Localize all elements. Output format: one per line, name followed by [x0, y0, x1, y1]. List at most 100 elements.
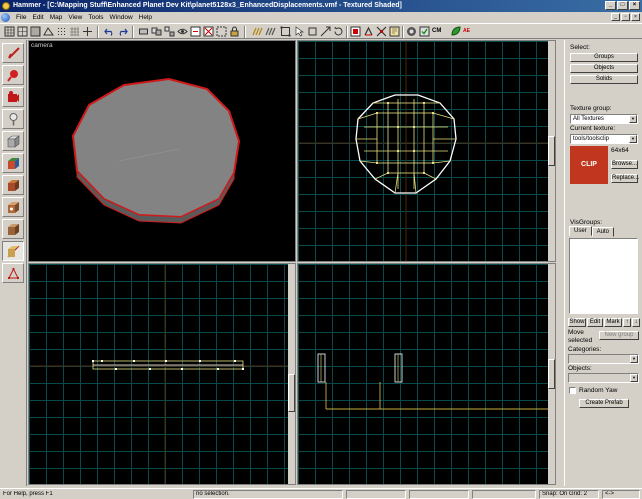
hide-icon[interactable] [177, 26, 188, 37]
toolbar-separator [132, 26, 134, 38]
categories-select[interactable]: ▼ [568, 354, 639, 364]
menu-map[interactable]: Map [47, 12, 66, 23]
scale-icon[interactable] [320, 26, 331, 37]
close-button[interactable]: × [629, 1, 640, 10]
objects-select[interactable]: ▼ [568, 373, 639, 383]
random-yaw-checkbox[interactable] [569, 387, 576, 394]
snap-grid-icon[interactable] [265, 26, 276, 37]
mdi-restore-button[interactable]: ▫ [621, 13, 630, 21]
current-texture-select[interactable]: tools/toolsclip ▼ [570, 134, 638, 144]
check-problems-icon[interactable] [419, 26, 430, 37]
current-texture-label: Current texture: [570, 125, 616, 132]
side-2d-viewport[interactable] [297, 263, 556, 485]
front-viewport-scrollbar[interactable] [288, 264, 295, 484]
edit-button[interactable]: Edit [587, 318, 603, 327]
show-button[interactable]: Show [568, 318, 586, 327]
show-icon[interactable] [190, 26, 201, 37]
camera-viewport[interactable]: camera [28, 40, 296, 262]
compile-icon[interactable] [350, 26, 361, 37]
menu-help[interactable]: Help [136, 12, 155, 23]
document-icon[interactable] [1, 13, 10, 22]
menu-window[interactable]: Window [107, 12, 136, 23]
clipping-tool-button[interactable] [2, 241, 24, 261]
tab-user[interactable]: User [569, 226, 592, 236]
leaf-icon[interactable] [450, 26, 461, 37]
side-viewport-scrollbar[interactable] [548, 264, 555, 484]
grid-smaller-icon[interactable] [17, 26, 28, 37]
grid-larger-icon[interactable] [30, 26, 41, 37]
grid-dots-icon[interactable] [56, 26, 67, 37]
texture-application-button[interactable] [2, 153, 24, 173]
move-down-button[interactable]: ↓ [632, 318, 640, 327]
maximize-button[interactable]: □ [617, 1, 628, 10]
menu-file[interactable]: File [13, 12, 29, 23]
vertex-tool-button[interactable] [2, 263, 24, 283]
box-select-icon[interactable] [307, 26, 318, 37]
top-viewport-scrollbar[interactable] [548, 41, 555, 261]
crosshair-icon[interactable] [82, 26, 93, 37]
selection-tool-button[interactable] [2, 43, 24, 63]
select-objects-button[interactable]: Objects [570, 64, 638, 73]
decal-tool-button[interactable] [2, 197, 24, 217]
tools-palette [0, 40, 27, 486]
top-viewport-scroll-thumb[interactable] [548, 136, 555, 166]
texture-lock-icon[interactable] [229, 26, 240, 37]
entity-tool-icon [9, 113, 18, 126]
grid-3d-icon[interactable] [43, 26, 54, 37]
rotate-icon[interactable] [333, 26, 344, 37]
replace-button[interactable]: Replace... [611, 174, 639, 183]
menu-view[interactable]: View [65, 12, 85, 23]
mdi-close-button[interactable]: × [631, 13, 640, 21]
flip-icon[interactable] [363, 26, 374, 37]
transform-icon[interactable] [376, 26, 387, 37]
tab-auto[interactable]: Auto [591, 227, 615, 237]
front-viewport-scroll-thumb[interactable] [288, 374, 295, 412]
magnify-tool-button[interactable] [2, 65, 24, 85]
bounding-box-icon[interactable] [280, 26, 291, 37]
carve-icon[interactable] [138, 26, 149, 37]
select-solids-button[interactable]: Solids [570, 75, 638, 84]
chevron-down-icon[interactable]: ▼ [630, 374, 638, 382]
redo-icon[interactable] [117, 26, 128, 37]
cubemap-button[interactable]: CM [432, 26, 446, 37]
move-up-button[interactable]: ↑ [623, 318, 631, 327]
menu-edit[interactable]: Edit [29, 12, 46, 23]
snap-icon[interactable] [252, 26, 263, 37]
chevron-down-icon[interactable]: ▼ [629, 135, 637, 143]
texture-group-select[interactable]: All Textures ▼ [570, 114, 638, 124]
visgroups-list[interactable] [569, 238, 638, 314]
grid-fine-icon[interactable] [69, 26, 80, 37]
visgroups-label: VisGroups: [570, 219, 603, 226]
hide-selected-icon[interactable] [203, 26, 214, 37]
hammer-app-icon [2, 2, 10, 10]
ungroup-icon[interactable] [164, 26, 175, 37]
group-icon[interactable] [151, 26, 162, 37]
mdi-minimize-button[interactable]: _ [611, 13, 620, 21]
browse-button[interactable]: Browse... [611, 160, 638, 169]
select-groups-button[interactable]: Groups [570, 53, 638, 62]
minimize-button[interactable]: _ [605, 1, 616, 10]
create-prefab-button[interactable]: Create Prefab [579, 399, 629, 408]
apply-current-texture-icon [8, 180, 19, 191]
arrow-select-icon[interactable] [294, 26, 305, 37]
overlay-tool-icon [8, 224, 19, 235]
entity-report-icon[interactable] [389, 26, 400, 37]
side-viewport-scroll-thumb[interactable] [548, 359, 555, 389]
chevron-down-icon[interactable]: ▼ [630, 355, 638, 363]
top-2d-viewport[interactable] [297, 40, 556, 262]
cordon-icon[interactable] [216, 26, 227, 37]
menu-tools[interactable]: Tools [85, 12, 106, 23]
camera-tool-button[interactable] [2, 87, 24, 107]
block-tool-button[interactable] [2, 131, 24, 151]
chevron-down-icon[interactable]: ▼ [629, 115, 637, 123]
apply-current-texture-button[interactable] [2, 175, 24, 195]
advanced-engine-button[interactable]: AE [463, 26, 475, 37]
run-map-icon[interactable] [406, 26, 417, 37]
mark-button[interactable]: Mark [604, 318, 622, 327]
overlay-tool-button[interactable] [2, 219, 24, 239]
new-group-button[interactable]: New group [599, 331, 639, 340]
front-2d-viewport[interactable] [28, 263, 296, 485]
undo-icon[interactable] [104, 26, 115, 37]
grid-toggle-icon[interactable] [4, 26, 15, 37]
entity-tool-button[interactable] [2, 109, 24, 129]
